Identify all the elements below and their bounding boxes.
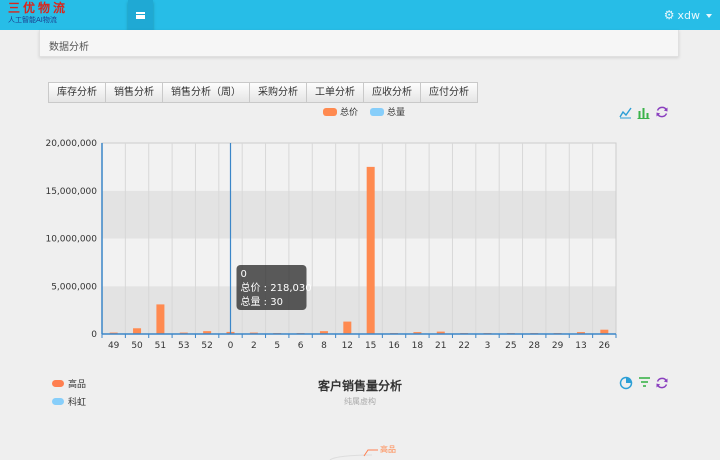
tooltip-total-price: 总价 : 218,030: [241, 281, 312, 294]
x-tick-label: 53: [178, 341, 189, 351]
y-tick-label: 10,000,000: [45, 235, 97, 245]
y-tick-label: 15,000,000: [45, 187, 97, 197]
x-tick-label: 12: [342, 341, 353, 351]
x-axis-ticks: 49 50 51 53 52 0 2 5 6 8 12 15 16 18 21 22 3 25 28 29 13 26: [101, 333, 617, 351]
x-tick-label: 50: [131, 341, 143, 351]
x-tick-label: 0: [228, 341, 234, 351]
funnel-icon[interactable]: [638, 376, 651, 389]
x-tick-label: 5: [274, 341, 280, 351]
refresh-icon[interactable]: [655, 376, 669, 390]
y-axis-ticks: 0 5,000,000 10,000,000 15,000,000 20,000,000: [45, 139, 103, 340]
pie-chart-icon[interactable]: [619, 376, 633, 390]
pie-slice-label: 高品: [380, 445, 396, 454]
chart-tooltip: 0 总价 : 218,030 总量 : 30: [236, 265, 312, 310]
x-tick-label: 15: [365, 341, 376, 351]
x-tick-label: 2: [251, 341, 257, 351]
x-tick-label: 52: [201, 341, 212, 351]
pie-chart-title: 客户销售量分析: [317, 379, 402, 393]
bar-total-price: [133, 328, 142, 334]
y-tick-label: 5,000,000: [51, 282, 97, 292]
x-tick-label: 51: [155, 341, 166, 351]
bar-total-price: [343, 321, 352, 334]
y-tick-label: 20,000,000: [45, 139, 97, 149]
y-tick-label: 0: [91, 330, 97, 340]
sales-bar-chart: 0 5,000,000 10,000,000 15,000,000 20,000,000…: [45, 139, 617, 351]
x-tick-label: 49: [108, 341, 120, 351]
pie-slice-edge: [329, 454, 373, 460]
x-tick-label: 8: [321, 341, 327, 351]
x-tick-label: 13: [575, 341, 586, 351]
vertical-gridlines: [124, 143, 594, 334]
pie-chart-subtitle: 纯属虚构: [344, 397, 376, 406]
x-tick-label: 18: [412, 341, 424, 351]
tooltip-category: 0: [241, 269, 247, 280]
x-tick-label: 22: [458, 341, 469, 351]
pie-label-line: [363, 449, 378, 457]
x-tick-label: 16: [388, 341, 400, 351]
tooltip-total-quantity: 总量 : 30: [241, 295, 283, 308]
x-tick-label: 21: [435, 341, 446, 351]
bar-total-price: [156, 304, 165, 334]
x-tick-label: 6: [298, 341, 304, 351]
x-tick-label: 26: [599, 341, 611, 351]
x-tick-label: 29: [552, 341, 564, 351]
bar-total-price: [366, 166, 375, 334]
x-tick-label: 25: [505, 341, 516, 351]
x-tick-label: 28: [529, 341, 541, 351]
x-tick-label: 3: [485, 341, 491, 351]
